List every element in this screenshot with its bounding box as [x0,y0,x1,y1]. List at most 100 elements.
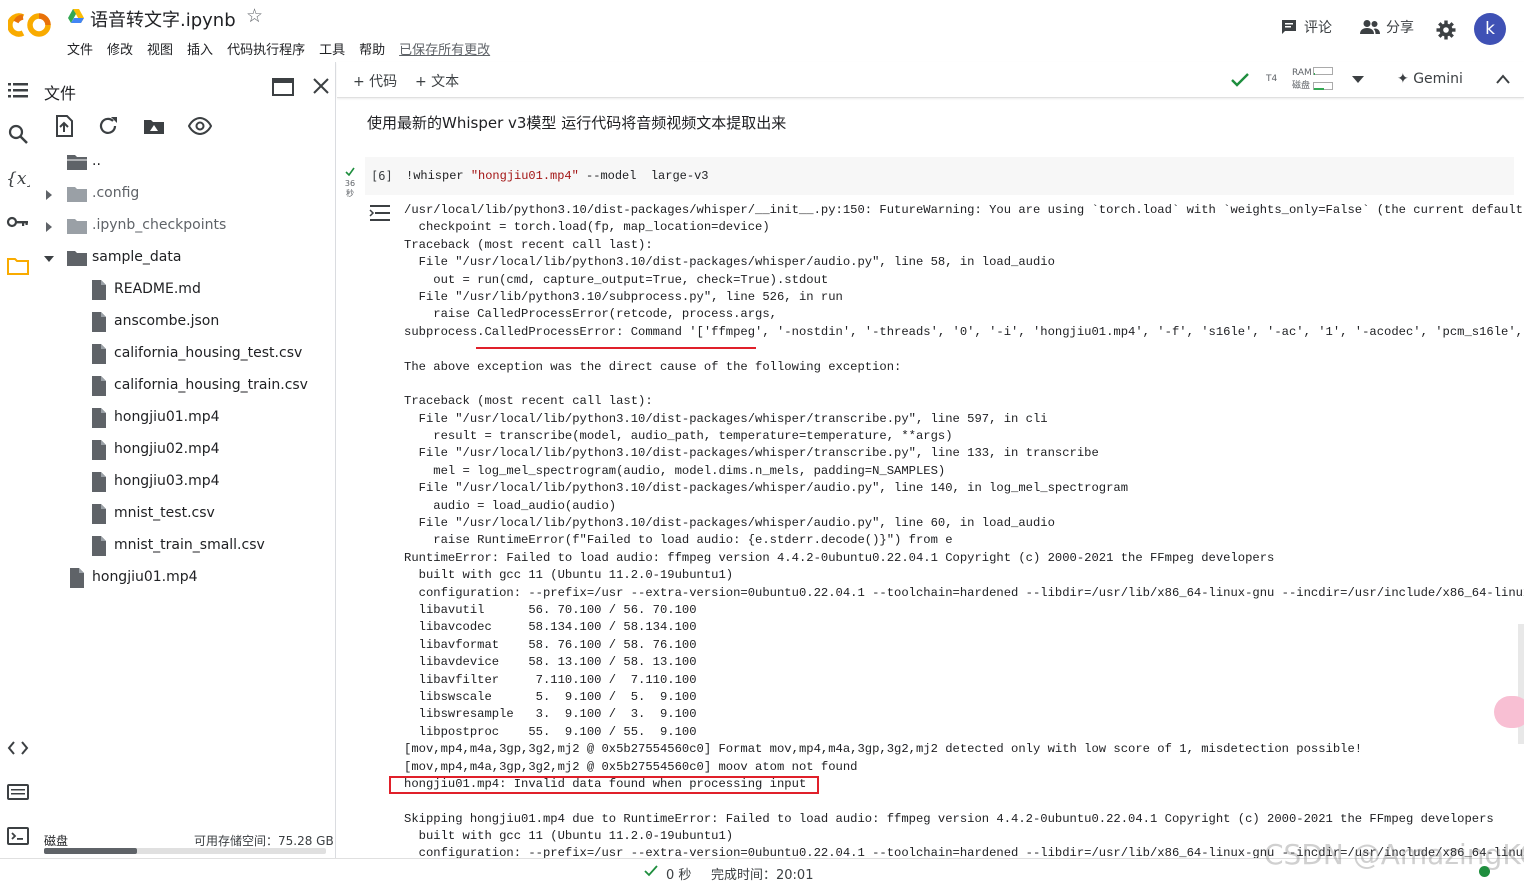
file-icon [88,536,110,556]
settings-gear-icon[interactable] [1436,20,1456,40]
close-icon[interactable] [311,76,331,96]
completed-time: 完成时间：20:01 [711,868,814,882]
menu-file[interactable]: 文件 [67,39,93,58]
runtime-type[interactable]: T4 [1266,74,1277,84]
output-line: out = run(cmd, capture_output=True, chec… [404,272,829,287]
folder-icon [66,216,88,236]
ram-label: RAM [1292,68,1312,78]
command-palette-icon[interactable] [6,780,30,804]
folder-item[interactable]: sample_data [36,242,334,274]
tree-item-label: hongjiu03.mp4 [114,473,220,489]
add-code-button[interactable]: + 代码 [353,71,397,91]
output-line: File "/usr/local/lib/python3.10/dist-pac… [404,446,1099,461]
text-cell[interactable]: 使用最新的Whisper v3模型 运行代码将音频视频文本提取出来 [367,112,786,133]
disk-usage-fill [44,848,138,854]
saved-status[interactable]: 已保存所有更改 [399,39,490,58]
code-snippets-icon[interactable] [6,736,30,760]
ram-usage-fill [1314,73,1315,75]
run-success-check-icon [345,167,355,177]
file-item[interactable]: README.md [36,274,334,306]
file-item[interactable]: hongjiu01.mp4 [36,562,334,594]
highlight-underline [476,347,756,349]
menu-insert[interactable]: 插入 [187,39,213,58]
cell-output: /usr/local/lib/python3.10/dist-packages/… [404,202,1524,858]
menu-view[interactable]: 视图 [147,39,173,58]
file-icon [88,440,110,460]
google-drive-icon [68,9,84,23]
share-button[interactable]: 分享 [1360,17,1414,37]
tree-item-label: anscombe.json [114,313,220,329]
notebook-title[interactable]: 语音转文字.ipynb [90,6,236,32]
folder-item[interactable]: .. [36,146,334,178]
output-line: libavdevice 58. 13.100 / 58. 13.100 [404,655,697,670]
output-line: mel = log_mel_spectrogram(audio, model.d… [404,463,946,478]
secrets-key-icon[interactable] [6,210,30,234]
search-icon[interactable] [6,122,30,146]
add-text-button[interactable]: + 文本 [415,71,459,91]
variables-icon[interactable]: {x} [6,166,30,190]
star-icon[interactable]: ☆ [246,5,263,27]
gemini-button[interactable]: ✦ Gemini [1397,71,1463,87]
share-label: 分享 [1386,20,1414,36]
comment-button[interactable]: 评论 [1280,17,1332,37]
output-actions-icon[interactable] [369,203,391,223]
file-item[interactable]: mnist_train_small.csv [36,530,334,562]
terminal-icon[interactable] [6,824,30,848]
tree-item-label: .ipynb_checkpoints [92,217,227,233]
people-icon [1360,20,1380,34]
output-line: configuration: --prefix=/usr --extra-ver… [404,585,1524,600]
tree-item-label: mnist_test.csv [114,505,215,521]
file-item[interactable]: california_housing_test.csv [36,338,334,370]
menu-tools[interactable]: 工具 [319,39,345,58]
tree-item-label: mnist_train_small.csv [114,537,265,553]
tree-item-label: california_housing_train.csv [114,377,308,393]
chevron-down-icon[interactable] [1352,76,1364,84]
caret-right-icon[interactable] [44,220,54,232]
floating-assistant-button[interactable] [1494,696,1524,728]
notebook-content: 使用最新的Whisper v3模型 运行代码将音频视频文本提取出来 36 秒 [… [337,99,1524,858]
file-icon [88,280,110,300]
user-avatar[interactable]: k [1474,13,1506,45]
file-item[interactable]: hongjiu03.mp4 [36,466,334,498]
file-item[interactable]: california_housing_train.csv [36,370,334,402]
open-in-tab-icon[interactable] [272,78,294,96]
resource-labels[interactable]: RAM 磁盘 [1292,67,1312,93]
output-line: libavfilter 7.110.100 / 7.110.100 [404,672,697,687]
folder-item[interactable]: .config [36,178,334,210]
menu-runtime[interactable]: 代码执行程序 [227,39,305,58]
folder-item[interactable]: .ipynb_checkpoints [36,210,334,242]
output-line: [mov,mp4,m4a,3gp,3g2,mj2 @ 0x5b27554560c… [404,759,858,774]
code-cell[interactable]: [6] !whisper "hongjiu01.mp4" --model lar… [365,157,1514,195]
menu-edit[interactable]: 修改 [107,39,133,58]
upload-file-icon[interactable] [52,114,76,138]
output-line: Traceback (most recent call last): [404,237,653,252]
output-line: Skipping hongjiu01.mp4 due to RuntimeErr… [404,811,1494,826]
file-item[interactable]: hongjiu01.mp4 [36,402,334,434]
tree-item-label: sample_data [92,249,182,265]
refresh-icon[interactable] [96,114,120,138]
table-of-contents-icon[interactable] [6,78,30,102]
mount-drive-icon[interactable] [142,114,166,138]
cell-source[interactable]: !whisper "hongjiu01.mp4" --model large-v… [406,169,708,183]
sparkle-icon: ✦ [1397,71,1409,87]
output-line: /usr/local/lib/python3.10/dist-packages/… [404,203,1524,217]
ram-usage-bar [1313,67,1333,75]
chevron-up-icon[interactable] [1496,74,1510,84]
output-line: audio = load_audio(audio) [404,498,617,513]
run-status[interactable]: 36 秒 [342,167,358,199]
file-item[interactable]: anscombe.json [36,306,334,338]
colab-logo[interactable] [8,8,54,42]
output-line: File "/usr/lib/python3.10/subprocess.py"… [404,289,843,304]
tree-item-label: hongjiu01.mp4 [92,569,198,585]
menu-bar: 文件 修改 视图 插入 代码执行程序 工具 帮助 已保存所有更改 [67,39,504,58]
file-item[interactable]: hongjiu02.mp4 [36,434,334,466]
files-folder-icon[interactable] [6,254,30,278]
output-line: checkpoint = torch.load(fp, map_location… [404,220,770,235]
file-icon [88,408,110,428]
file-item[interactable]: mnist_test.csv [36,498,334,530]
caret-down-icon[interactable] [44,252,54,262]
show-hidden-eye-icon[interactable] [188,114,212,138]
menu-help[interactable]: 帮助 [359,39,385,58]
caret-right-icon[interactable] [44,188,54,200]
